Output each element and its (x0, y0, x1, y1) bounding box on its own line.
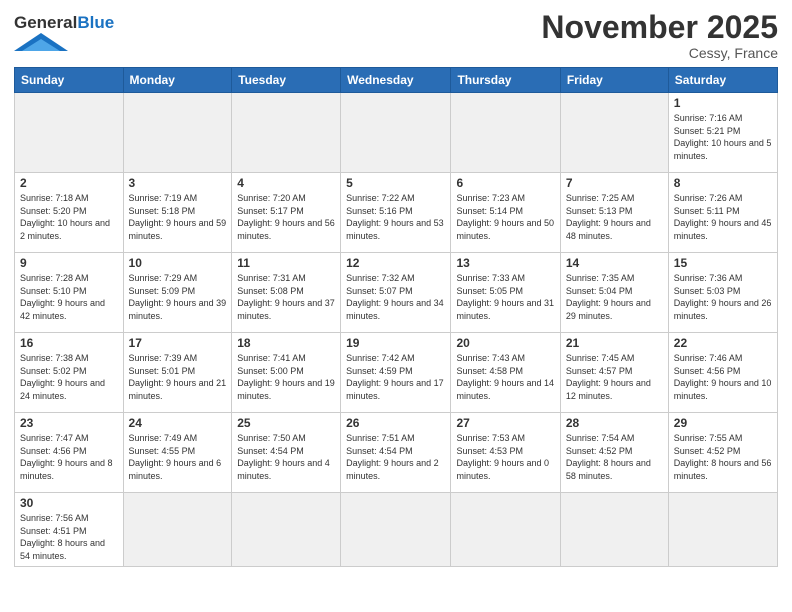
empty-cell (560, 493, 668, 566)
day-28: 28 Sunrise: 7:54 AMSunset: 4:52 PMDaylig… (560, 413, 668, 493)
table-row: 16 Sunrise: 7:38 AMSunset: 5:02 PMDaylig… (15, 333, 778, 413)
day-23: 23 Sunrise: 7:47 AMSunset: 4:56 PMDaylig… (15, 413, 124, 493)
day-12: 12 Sunrise: 7:32 AMSunset: 5:07 PMDaylig… (341, 253, 451, 333)
empty-cell (451, 493, 560, 566)
empty-cell (341, 93, 451, 173)
table-row: 2 Sunrise: 7:18 AMSunset: 5:20 PMDayligh… (15, 173, 778, 253)
calendar-table: Sunday Monday Tuesday Wednesday Thursday… (14, 67, 778, 566)
table-row: 9 Sunrise: 7:28 AMSunset: 5:10 PMDayligh… (15, 253, 778, 333)
logo-icon (14, 33, 68, 51)
day-1: 1 Sunrise: 7:16 AM Sunset: 5:21 PM Dayli… (668, 93, 777, 173)
day-18: 18 Sunrise: 7:41 AMSunset: 5:00 PMDaylig… (232, 333, 341, 413)
logo-general: General (14, 13, 77, 32)
empty-cell (123, 93, 232, 173)
weekday-header-row: Sunday Monday Tuesday Wednesday Thursday… (15, 68, 778, 93)
day-22: 22 Sunrise: 7:46 AMSunset: 4:56 PMDaylig… (668, 333, 777, 413)
day-26: 26 Sunrise: 7:51 AMSunset: 4:54 PMDaylig… (341, 413, 451, 493)
empty-cell (232, 493, 341, 566)
table-row: 1 Sunrise: 7:16 AM Sunset: 5:21 PM Dayli… (15, 93, 778, 173)
day-8: 8 Sunrise: 7:26 AMSunset: 5:11 PMDayligh… (668, 173, 777, 253)
day-2: 2 Sunrise: 7:18 AMSunset: 5:20 PMDayligh… (15, 173, 124, 253)
day-5: 5 Sunrise: 7:22 AMSunset: 5:16 PMDayligh… (341, 173, 451, 253)
header-tuesday: Tuesday (232, 68, 341, 93)
header-wednesday: Wednesday (341, 68, 451, 93)
empty-cell (341, 493, 451, 566)
header-friday: Friday (560, 68, 668, 93)
day-27: 27 Sunrise: 7:53 AMSunset: 4:53 PMDaylig… (451, 413, 560, 493)
month-title: November 2025 (541, 10, 778, 45)
day-3: 3 Sunrise: 7:19 AMSunset: 5:18 PMDayligh… (123, 173, 232, 253)
logo: GeneralBlue (14, 14, 114, 56)
day-21: 21 Sunrise: 7:45 AMSunset: 4:57 PMDaylig… (560, 333, 668, 413)
header-saturday: Saturday (668, 68, 777, 93)
day-10: 10 Sunrise: 7:29 AMSunset: 5:09 PMDaylig… (123, 253, 232, 333)
day-4: 4 Sunrise: 7:20 AMSunset: 5:17 PMDayligh… (232, 173, 341, 253)
day-17: 17 Sunrise: 7:39 AMSunset: 5:01 PMDaylig… (123, 333, 232, 413)
day-29: 29 Sunrise: 7:55 AMSunset: 4:52 PMDaylig… (668, 413, 777, 493)
table-row: 23 Sunrise: 7:47 AMSunset: 4:56 PMDaylig… (15, 413, 778, 493)
day-11: 11 Sunrise: 7:31 AMSunset: 5:08 PMDaylig… (232, 253, 341, 333)
logo-blue: Blue (77, 13, 114, 32)
day-30: 30 Sunrise: 7:56 AMSunset: 4:51 PMDaylig… (15, 493, 124, 566)
day-24: 24 Sunrise: 7:49 AMSunset: 4:55 PMDaylig… (123, 413, 232, 493)
empty-cell (123, 493, 232, 566)
day-9: 9 Sunrise: 7:28 AMSunset: 5:10 PMDayligh… (15, 253, 124, 333)
title-block: November 2025 Cessy, France (541, 10, 778, 61)
empty-cell (668, 493, 777, 566)
empty-cell (232, 93, 341, 173)
empty-cell (560, 93, 668, 173)
day-20: 20 Sunrise: 7:43 AMSunset: 4:58 PMDaylig… (451, 333, 560, 413)
empty-cell (15, 93, 124, 173)
header: GeneralBlue November 2025 Cessy, France (14, 10, 778, 61)
header-thursday: Thursday (451, 68, 560, 93)
page: GeneralBlue November 2025 Cessy, France … (0, 0, 792, 612)
day-19: 19 Sunrise: 7:42 AMSunset: 4:59 PMDaylig… (341, 333, 451, 413)
day-14: 14 Sunrise: 7:35 AMSunset: 5:04 PMDaylig… (560, 253, 668, 333)
day-25: 25 Sunrise: 7:50 AMSunset: 4:54 PMDaylig… (232, 413, 341, 493)
day-15: 15 Sunrise: 7:36 AMSunset: 5:03 PMDaylig… (668, 253, 777, 333)
day-13: 13 Sunrise: 7:33 AMSunset: 5:05 PMDaylig… (451, 253, 560, 333)
day-16: 16 Sunrise: 7:38 AMSunset: 5:02 PMDaylig… (15, 333, 124, 413)
table-row: 30 Sunrise: 7:56 AMSunset: 4:51 PMDaylig… (15, 493, 778, 566)
header-monday: Monday (123, 68, 232, 93)
location: Cessy, France (541, 45, 778, 61)
header-sunday: Sunday (15, 68, 124, 93)
empty-cell (451, 93, 560, 173)
day-7: 7 Sunrise: 7:25 AMSunset: 5:13 PMDayligh… (560, 173, 668, 253)
day-6: 6 Sunrise: 7:23 AMSunset: 5:14 PMDayligh… (451, 173, 560, 253)
